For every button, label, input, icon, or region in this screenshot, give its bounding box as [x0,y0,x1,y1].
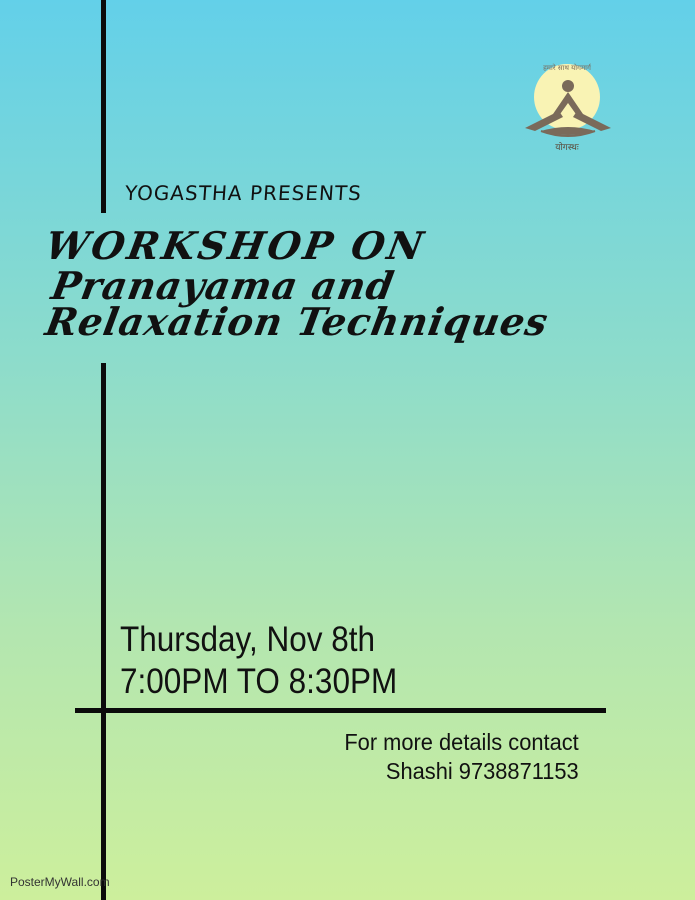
contact-line-2: Shashi 9738871153 [386,758,579,784]
yogastha-logo: हमारे साथ योगमार्ग योगस्थः [515,55,625,155]
event-time: 7:00PM TO 8:30PM [120,662,398,701]
horizontal-divider [75,708,606,713]
poster: हमारे साथ योगमार्ग योगस्थः YOGASTHA PRES… [0,0,695,900]
watermark: PosterMyWall.com [10,875,110,889]
title-line-1: WORKSHOP ON [42,223,430,268]
vertical-divider-top [101,0,106,213]
title-line-3: Relaxation Techniques [42,299,553,344]
event-date: Thursday, Nov 8th [120,620,376,659]
logo-bottom-text: योगस्थः [555,141,579,153]
logo-top-text: हमारे साथ योगमार्ग [543,63,592,72]
contact-info: For more details contact Shashi 97388711… [332,728,579,786]
meditating-figure-sun-icon: हमारे साथ योगमार्ग योगस्थः [525,63,611,153]
contact-line-1: For more details contact [344,729,579,755]
vertical-divider-bottom [101,363,106,900]
presenter-line: YOGASTHA PRESENTS [124,181,363,205]
